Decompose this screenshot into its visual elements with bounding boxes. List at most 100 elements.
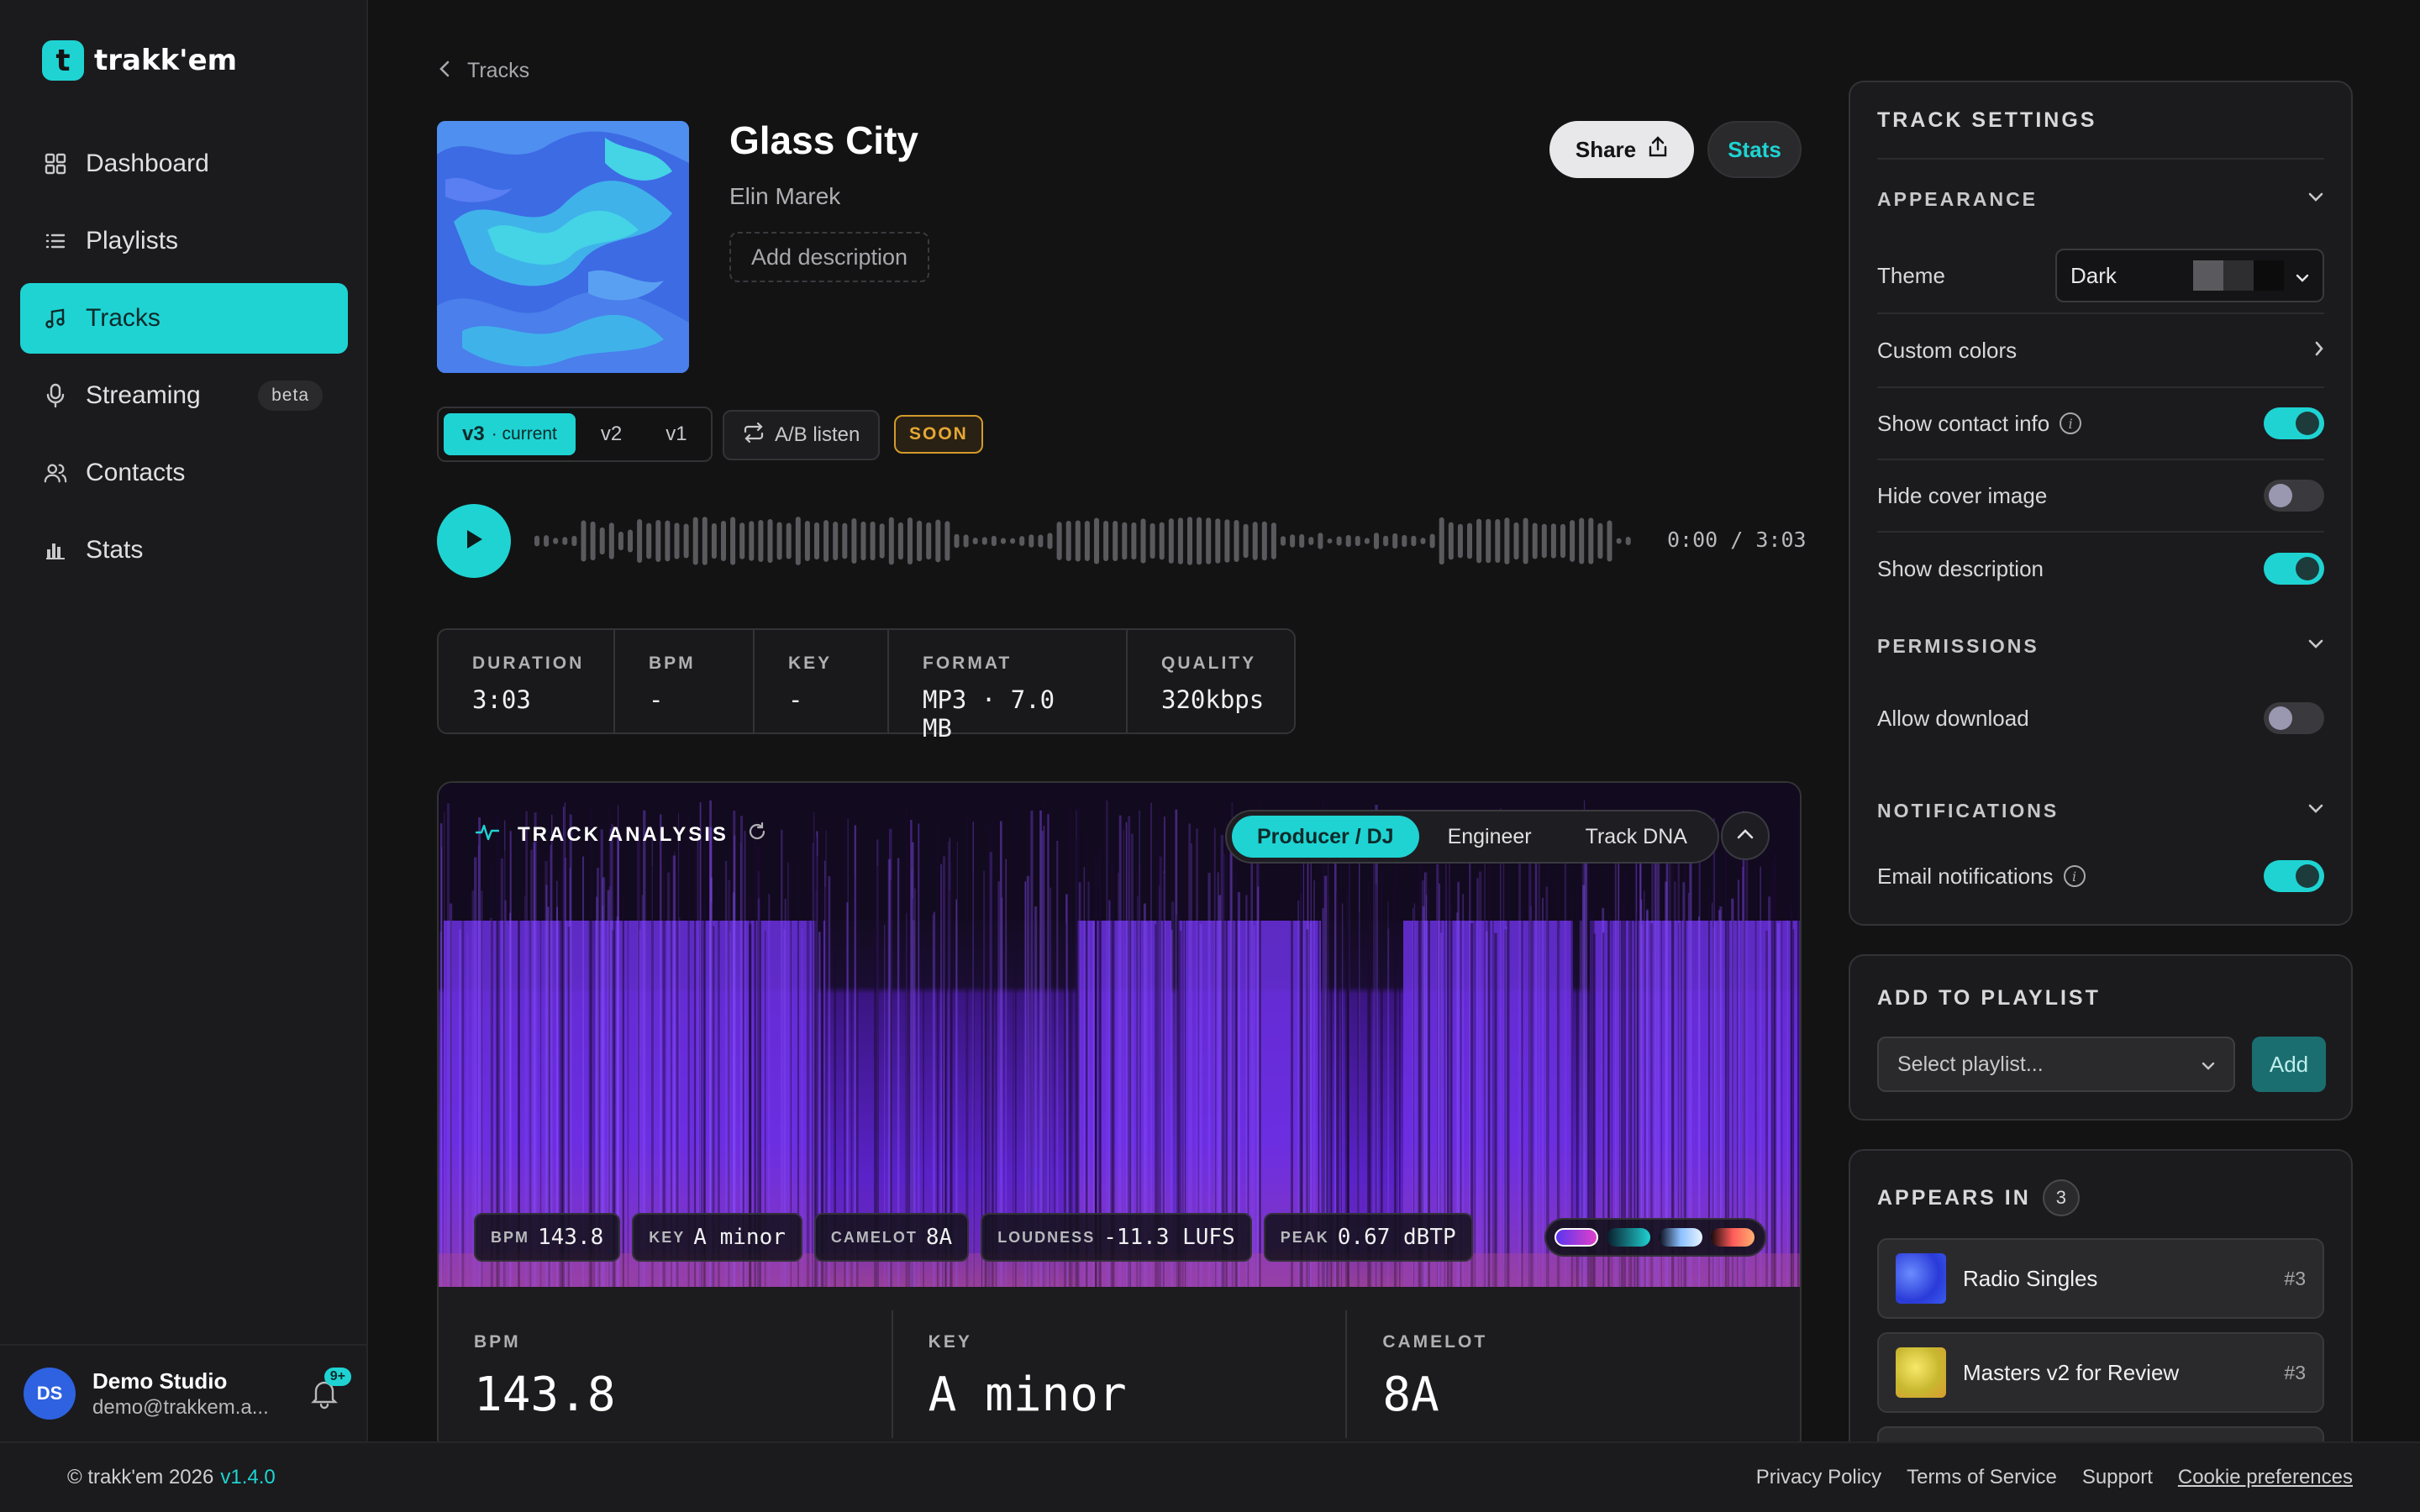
user-profile[interactable]: DS Demo Studio demo@trakkem.a... 9+ — [0, 1344, 368, 1441]
stat-label: KEY — [928, 1332, 972, 1352]
color-palette-picker — [1544, 1218, 1766, 1257]
waveform-bar — [944, 521, 950, 561]
tab-track-dna[interactable]: Track DNA — [1560, 816, 1712, 858]
sidebar-item-contacts[interactable]: Contacts — [20, 438, 348, 508]
waveform-bar — [935, 519, 941, 563]
waveform-bar — [1028, 534, 1034, 548]
waveform-bar — [776, 522, 782, 560]
list-item[interactable]: Radio Singles #3 — [1877, 1238, 2324, 1319]
waveform-bar — [1467, 522, 1472, 559]
footer: © trakk'em 2026 v1.4.0 Privacy Policy Te… — [0, 1441, 2420, 1512]
waveform-bar — [851, 518, 857, 564]
section-appearance[interactable]: APPEARANCE — [1877, 160, 2324, 239]
list-icon — [44, 229, 67, 253]
spectrogram-line — [1494, 932, 1497, 1287]
beta-badge: beta — [258, 381, 323, 411]
email-notifications-label: Email notifications — [1877, 863, 2054, 889]
cookie-preferences-link[interactable]: Cookie preferences — [2178, 1466, 2353, 1489]
tab-engineer[interactable]: Engineer — [1423, 816, 1557, 858]
meta-label: BPM — [649, 654, 696, 673]
logo[interactable]: t trakk'em — [42, 40, 237, 81]
palette-purple[interactable] — [1555, 1228, 1598, 1247]
sidebar-item-playlists[interactable]: Playlists — [20, 206, 348, 276]
waveform-bar — [1308, 537, 1314, 545]
pill-value: 143.8 — [538, 1225, 604, 1250]
add-to-playlist-button[interactable]: Add — [2252, 1037, 2326, 1092]
share-button[interactable]: Share — [1549, 121, 1694, 178]
playlist-select[interactable]: Select playlist... — [1877, 1037, 2235, 1092]
playlist-name: Radio Singles — [1963, 1265, 2098, 1291]
collapse-button[interactable] — [1721, 811, 1770, 860]
ab-listen-button[interactable]: A/B listen — [723, 410, 881, 460]
play-button[interactable] — [437, 504, 511, 578]
custom-colors-row[interactable]: Custom colors — [1877, 314, 2324, 388]
palette-blue[interactable] — [1659, 1228, 1702, 1247]
spectrogram-line — [1534, 838, 1538, 1287]
waveform-bar — [963, 534, 969, 548]
appears-in-count: 3 — [2042, 1179, 2080, 1216]
spectrogram-line — [1500, 808, 1502, 1287]
terms-link[interactable]: Terms of Service — [1907, 1466, 2057, 1489]
section-permissions[interactable]: PERMISSIONS — [1877, 605, 2324, 687]
waveform-bar — [1299, 533, 1305, 549]
waveform-bar — [991, 535, 997, 547]
palette-red[interactable] — [1711, 1228, 1754, 1247]
version-v1[interactable]: v1 — [647, 413, 705, 455]
waveform-bar — [1131, 522, 1137, 560]
spectrogram-line — [1487, 844, 1491, 1287]
waveform-bar — [1570, 520, 1576, 562]
waveform-bar — [1206, 517, 1212, 564]
waveform-bar — [1402, 534, 1407, 548]
pill-value: -11.3 LUFS — [1103, 1225, 1235, 1250]
refresh-icon[interactable] — [747, 822, 767, 848]
spectrogram-line — [466, 932, 469, 1287]
waveform-bar — [786, 522, 792, 559]
waveform[interactable] — [534, 491, 1635, 591]
waveform-bar — [637, 518, 643, 564]
sidebar-item-dashboard[interactable]: Dashboard — [20, 129, 348, 199]
waveform-bar — [721, 521, 726, 561]
theme-select[interactable]: Dark — [2055, 249, 2324, 302]
spectrogram-line — [1518, 833, 1522, 1287]
sidebar-item-streaming[interactable]: Streaming beta — [20, 360, 348, 431]
stats-button[interactable]: Stats — [1707, 121, 1802, 178]
waveform-bar — [562, 537, 568, 545]
waveform-bar — [981, 537, 987, 545]
info-icon[interactable]: i — [2060, 412, 2082, 434]
spectrogram-line — [1786, 920, 1789, 1287]
allow-download-toggle[interactable] — [2264, 702, 2324, 734]
hide-cover-toggle[interactable] — [2264, 480, 2324, 512]
version-v3[interactable]: v3 · current — [444, 413, 576, 455]
waveform-bar — [1327, 538, 1333, 544]
waveform-bar — [1168, 518, 1174, 564]
sidebar-item-tracks[interactable]: Tracks — [20, 283, 348, 354]
settings-title: TRACK SETTINGS — [1877, 108, 2097, 132]
waveform-bar — [879, 523, 885, 559]
chevron-right-icon — [2314, 340, 2324, 361]
version-v2[interactable]: v2 — [582, 413, 640, 455]
show-description-toggle[interactable] — [2264, 553, 2324, 585]
support-link[interactable]: Support — [2082, 1466, 2153, 1489]
email-notifications-toggle[interactable] — [2264, 860, 2324, 892]
pill-key: KEY — [649, 1228, 686, 1246]
info-icon[interactable]: i — [2063, 865, 2086, 887]
show-contact-toggle[interactable] — [2264, 407, 2324, 439]
privacy-policy-link[interactable]: Privacy Policy — [1756, 1466, 1881, 1489]
tab-producer-dj[interactable]: Producer / DJ — [1232, 816, 1419, 858]
section-notifications[interactable]: NOTIFICATIONS — [1877, 749, 2324, 850]
pulse-icon — [475, 822, 500, 847]
list-item[interactable]: Masters v2 for Review #3 — [1877, 1332, 2324, 1413]
breadcrumb[interactable]: Tracks — [439, 59, 529, 83]
cover-image — [437, 121, 689, 373]
spectrogram-line — [1476, 878, 1479, 1287]
waveform-bar — [730, 517, 736, 565]
sidebar-item-stats[interactable]: Stats — [20, 515, 348, 585]
version-link[interactable]: v1.4.0 — [220, 1466, 275, 1489]
add-description-button[interactable]: Add description — [729, 232, 929, 282]
waveform-bar — [1607, 520, 1612, 562]
palette-teal[interactable] — [1607, 1228, 1650, 1247]
playlist-rank: #3 — [2284, 1361, 2306, 1383]
waveform-bar — [1523, 517, 1528, 564]
waveform-bar — [1457, 523, 1463, 559]
waveform-bar — [544, 535, 550, 547]
